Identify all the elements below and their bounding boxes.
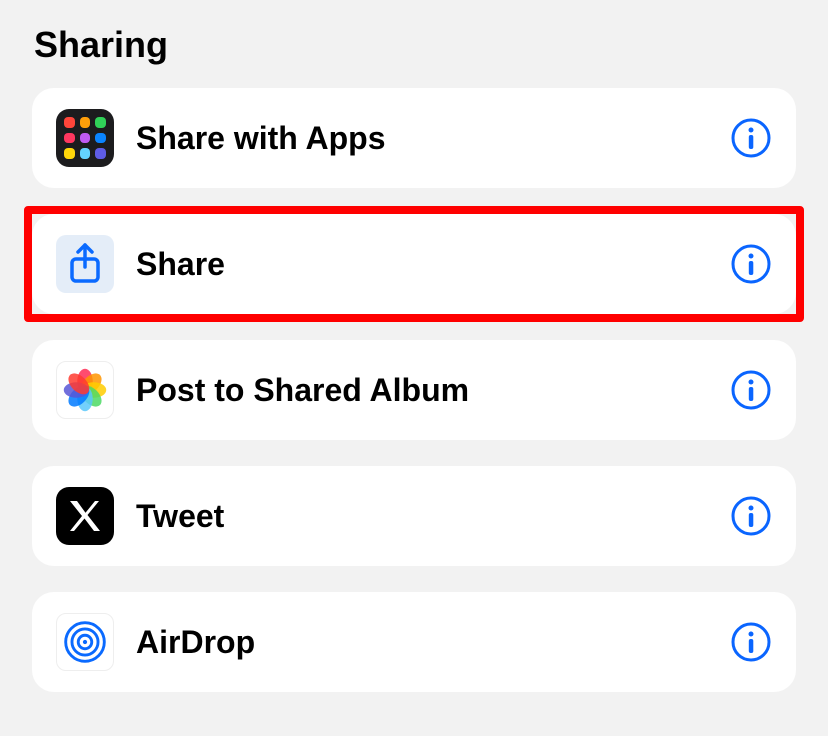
info-icon [730,243,772,285]
row-label: AirDrop [136,624,708,661]
row-share-with-apps[interactable]: Share with Apps [32,88,796,188]
info-icon [730,495,772,537]
info-button-airdrop[interactable] [730,621,772,663]
info-button-shared-album[interactable] [730,369,772,411]
row-label: Share with Apps [136,120,708,157]
row-label: Tweet [136,498,708,535]
row-label: Share [136,246,708,283]
info-button-share[interactable] [730,243,772,285]
app-grid-icon [56,109,114,167]
row-tweet[interactable]: Tweet [32,466,796,566]
airdrop-icon [56,613,114,671]
row-share[interactable]: Share [32,214,796,314]
info-icon [730,117,772,159]
x-icon [56,487,114,545]
info-button-tweet[interactable] [730,495,772,537]
row-label: Post to Shared Album [136,372,708,409]
share-icon [56,235,114,293]
sharing-list: Share with Apps Share [32,88,796,692]
section-title: Sharing [34,24,796,66]
info-button-share-with-apps[interactable] [730,117,772,159]
row-post-shared-album[interactable]: Post to Shared Album [32,340,796,440]
row-airdrop[interactable]: AirDrop [32,592,796,692]
photos-icon [56,361,114,419]
info-icon [730,369,772,411]
info-icon [730,621,772,663]
